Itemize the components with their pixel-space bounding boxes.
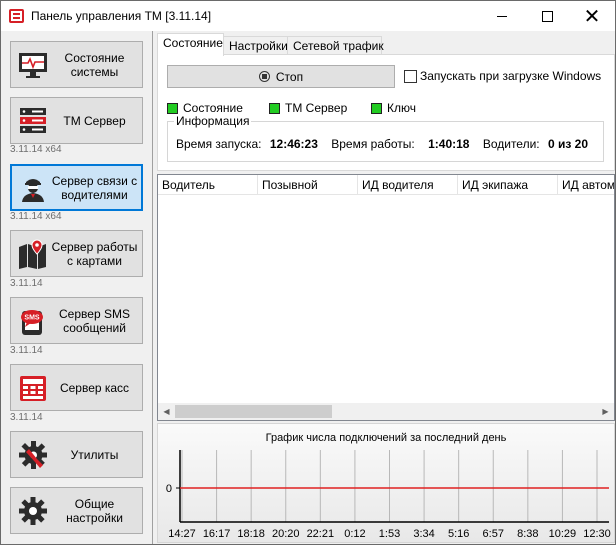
sms-bubble-icon: SMS <box>21 310 43 335</box>
title-bar: Панель управления ТМ [3.11.14] ✕ <box>1 1 615 31</box>
stop-icon <box>258 71 270 82</box>
info-row: Время запуска: 12:46:23 Время работы: 1:… <box>176 137 588 151</box>
nav-label: ТМ Сервер <box>63 113 126 128</box>
nav-system-status-button[interactable]: Состояние системы <box>10 41 143 88</box>
uptime-value: 1:40:18 <box>428 137 470 151</box>
nav-cash-server-button[interactable]: Сервер касс <box>10 364 143 411</box>
x-tick-label: 12:30 <box>583 528 611 540</box>
drivers-table[interactable]: Водитель Позывной ИД водителя ИД экипажа… <box>157 174 615 421</box>
info-group-title: Информация <box>174 114 252 128</box>
nav-label: Утилиты <box>70 447 119 462</box>
start-time-value: 12:46:23 <box>269 137 318 151</box>
column-header-crew-id[interactable]: ИД экипажа <box>458 175 558 195</box>
indicator-label: Состояние <box>183 101 243 115</box>
nav-tm-server-button[interactable]: ТМ Сервер <box>10 97 143 144</box>
driver-icon <box>22 179 44 202</box>
autostart-checkbox[interactable]: Запускать при загрузке Windows <box>404 69 601 83</box>
tab-network-traffic[interactable]: Сетевой трафик <box>287 36 384 56</box>
close-button[interactable]: ✕ <box>569 1 615 31</box>
connections-chart-panel: График числа подключений за последний де… <box>157 423 615 543</box>
version-label: 3.11.14 x64 <box>10 144 62 155</box>
window-title: Панель управления ТМ [3.11.14] <box>31 9 212 23</box>
indicator-key: Ключ <box>371 101 416 115</box>
x-tick-label: 1:53 <box>379 528 400 540</box>
status-led-icon <box>167 102 178 114</box>
main-panel: Состояние Настройки Сетевой трафик Стоп … <box>154 31 615 544</box>
checkbox-box[interactable] <box>404 69 417 83</box>
nav-label: Сервер SMS сообщений <box>59 306 130 335</box>
tab-status[interactable]: Состояние <box>157 33 224 56</box>
indicator-status: Состояние <box>167 101 243 115</box>
x-tick-label: 8:38 <box>517 528 538 540</box>
status-led-icon <box>371 102 382 114</box>
y-tick-label: 0 <box>166 483 172 495</box>
sidebar: Состояние системы ТМ Сервер 3.11.14 x64 <box>1 31 153 544</box>
app-window: Панель управления ТМ [3.11.14] ✕ Состоян… <box>0 0 616 545</box>
map-pin-icon <box>19 239 46 269</box>
info-group: Информация Время запуска: 12:46:23 Время… <box>167 114 604 162</box>
cash-register-icon <box>20 376 46 401</box>
nav-label: Сервер касс <box>59 380 130 395</box>
status-panel: Стоп Запускать при загрузке Windows Сост… <box>157 54 615 171</box>
tab-settings[interactable]: Настройки <box>223 36 288 56</box>
stop-button[interactable]: Стоп <box>167 65 395 88</box>
drivers-label: Водители: <box>482 137 540 151</box>
nav-utilities-button[interactable]: Утилиты <box>10 431 143 478</box>
table-header: Водитель Позывной ИД водителя ИД экипажа… <box>158 175 614 195</box>
nav-map-server-button[interactable]: Сервер работы с картами <box>10 230 143 277</box>
start-time-label: Время запуска: <box>176 137 262 151</box>
nav-sms-server-button[interactable]: SMS Сервер SMS сообщений <box>10 297 143 344</box>
x-tick-label: 14:27 <box>168 528 196 540</box>
nav-driver-server-button[interactable]: Сервер связи с водителями <box>10 164 143 211</box>
indicator-label: Ключ <box>387 101 416 115</box>
version-label: 3.11.14 <box>10 412 43 423</box>
version-label: 3.11.14 x64 <box>10 211 62 222</box>
scroll-right-arrow-icon[interactable]: ▶ <box>597 403 614 420</box>
nav-label: Общие настройки <box>66 496 123 525</box>
horizontal-scrollbar[interactable]: ◀ ▶ <box>158 403 614 420</box>
maximize-button[interactable] <box>524 1 570 31</box>
column-header-driver-id[interactable]: ИД водителя <box>358 175 458 195</box>
stop-button-label: Стоп <box>275 69 304 84</box>
server-rack-icon <box>20 108 46 133</box>
indicator-tm-server: ТМ Сервер <box>269 101 347 115</box>
scroll-left-arrow-icon[interactable]: ◀ <box>158 403 175 420</box>
gear-wrench-icon <box>19 441 47 469</box>
gear-icon <box>19 497 47 525</box>
monitor-heartbeat-icon <box>19 53 47 78</box>
connections-chart: 0 14:27 16:17 18:18 20:20 22:21 0:12 1:53 3:34 5:… <box>166 450 611 540</box>
x-tick-label: 10:29 <box>549 528 577 540</box>
x-tick-label: 16:17 <box>203 528 231 540</box>
nav-general-settings-button[interactable]: Общие настройки <box>10 487 143 534</box>
x-tick-label: 3:34 <box>413 528 434 540</box>
x-tick-label: 22:21 <box>307 528 335 540</box>
x-tick-label: 0:12 <box>344 528 365 540</box>
nav-label: Состояние системы <box>64 50 125 79</box>
svg-text:SMS: SMS <box>24 315 40 322</box>
column-header-driver[interactable]: Водитель <box>158 175 258 195</box>
column-header-car-id[interactable]: ИД автом <box>558 175 614 195</box>
version-label: 3.11.14 <box>10 345 43 356</box>
app-logo-icon <box>9 9 24 23</box>
nav-label: Сервер связи с водителями <box>51 173 138 202</box>
x-tick-label: 20:20 <box>272 528 300 540</box>
column-header-callsign[interactable]: Позывной <box>258 175 358 195</box>
indicator-label: ТМ Сервер <box>285 101 348 115</box>
uptime-label: Время работы: <box>331 137 415 151</box>
version-label: 3.11.14 <box>10 278 43 289</box>
scrollbar-thumb[interactable] <box>175 405 332 418</box>
x-tick-label: 6:57 <box>483 528 504 540</box>
autostart-label: Запускать при загрузке Windows <box>420 69 602 83</box>
nav-label: Сервер работы с картами <box>51 239 138 268</box>
x-tick-label: 18:18 <box>237 528 265 540</box>
minimize-button[interactable] <box>479 1 525 31</box>
status-led-icon <box>269 102 280 114</box>
x-tick-label: 5:16 <box>448 528 469 540</box>
drivers-value: 0 из 20 <box>547 137 588 151</box>
